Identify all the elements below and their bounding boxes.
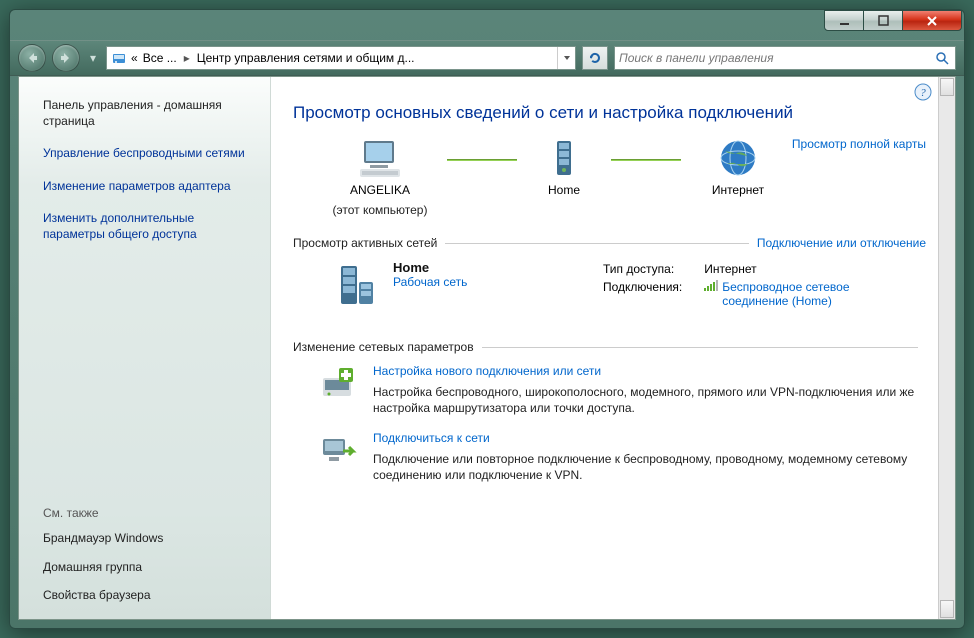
svg-text:?: ? [920, 87, 926, 99]
map-internet-label: Интернет [712, 183, 764, 199]
scrollbar[interactable] [938, 77, 955, 619]
map-node-internet: Интернет [683, 137, 793, 218]
map-home-label: Home [548, 183, 580, 199]
map-pc-name: ANGELIKA [350, 183, 410, 199]
sidebar-homegroup[interactable]: Домашняя группа [43, 559, 252, 575]
sidebar-link-sharing[interactable]: Изменить дополнительные параметры общего… [43, 210, 252, 242]
breadcrumb-seg2[interactable]: Центр управления сетями и общим д... [193, 51, 419, 65]
task-connect-title[interactable]: Подключиться к сети [373, 431, 926, 445]
task-new-connection-title[interactable]: Настройка нового подключения или сети [373, 364, 926, 378]
new-connection-icon [319, 364, 357, 402]
search-input[interactable]: Поиск в панели управления [614, 46, 956, 70]
back-button[interactable] [18, 44, 46, 72]
sidebar-see-also-header: См. также [43, 506, 252, 520]
sidebar-link-wireless[interactable]: Управление беспроводными сетями [43, 145, 252, 161]
access-type-label: Тип доступа: [603, 260, 704, 278]
address-dropdown[interactable] [557, 47, 575, 69]
divider [445, 243, 749, 244]
map-node-pc: ANGELIKA (этот компьютер) [315, 137, 445, 218]
access-type-value: Интернет [704, 260, 884, 278]
active-networks-header: Просмотр активных сетей [293, 236, 437, 250]
network-icon [333, 260, 379, 310]
page-title: Просмотр основных сведений о сети и наст… [293, 103, 926, 123]
map-pc-sub: (этот компьютер) [333, 203, 428, 219]
sidebar-firewall[interactable]: Брандмауэр Windows [43, 530, 252, 546]
breadcrumb-chevron-double: « [131, 51, 138, 65]
breadcrumb-seg1[interactable]: Все ... [139, 51, 181, 65]
sidebar-link-adapter[interactable]: Изменение параметров адаптера [43, 178, 252, 194]
change-settings-header: Изменение сетевых параметров [293, 340, 474, 354]
search-placeholder: Поиск в панели управления [619, 51, 933, 65]
map-line-1 [447, 159, 517, 161]
task-connect-desc: Подключение или повторное подключение к … [373, 451, 926, 483]
minimize-button[interactable] [824, 10, 864, 31]
nav-history-dropdown[interactable]: ▾ [86, 51, 100, 65]
breadcrumb-sep: ▸ [182, 51, 192, 65]
location-icon [107, 50, 131, 66]
search-icon [933, 51, 951, 65]
close-button[interactable] [902, 10, 962, 31]
maximize-button[interactable] [863, 10, 903, 31]
connect-network-icon [319, 431, 357, 469]
network-name: Home [393, 260, 467, 275]
divider [482, 347, 918, 348]
refresh-button[interactable] [582, 46, 608, 70]
connections-label: Подключения: [603, 278, 704, 310]
connect-disconnect-link[interactable]: Подключение или отключение [757, 236, 926, 250]
forward-button[interactable] [52, 44, 80, 72]
sidebar-browser[interactable]: Свойства браузера [43, 587, 252, 603]
address-bar[interactable]: « Все ... ▸ Центр управления сетями и об… [106, 46, 576, 70]
network-type-link[interactable]: Рабочая сеть [393, 275, 467, 289]
help-icon[interactable]: ? [914, 83, 932, 101]
map-line-2 [611, 159, 681, 161]
connection-link[interactable]: Беспроводное сетевое соединение (Home) [722, 280, 862, 308]
map-node-home: Home [519, 137, 609, 218]
signal-icon [704, 280, 718, 291]
sidebar-home[interactable]: Панель управления - домашняя страница [43, 97, 252, 129]
task-new-connection-desc: Настройка беспроводного, широкополосного… [373, 384, 926, 416]
